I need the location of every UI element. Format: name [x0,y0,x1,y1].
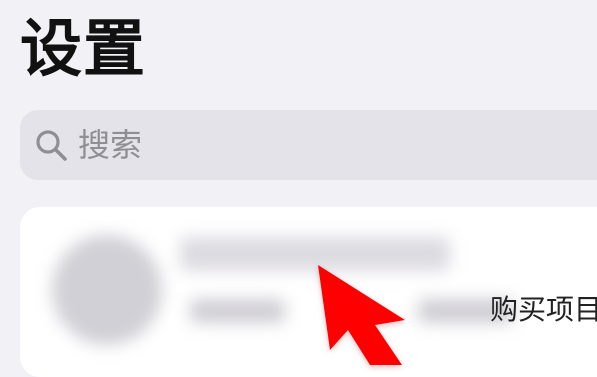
pointer-arrow [318,265,405,365]
search-icon [34,128,68,162]
page-title: 设置 [20,12,147,85]
purchases-label: 购买项目 [490,293,597,326]
redacted-subtitle [190,299,285,323]
search-placeholder: 搜索 [78,126,143,164]
redacted-account-info [20,207,520,377]
avatar [52,235,162,345]
search-field[interactable]: 搜索 [20,110,597,180]
